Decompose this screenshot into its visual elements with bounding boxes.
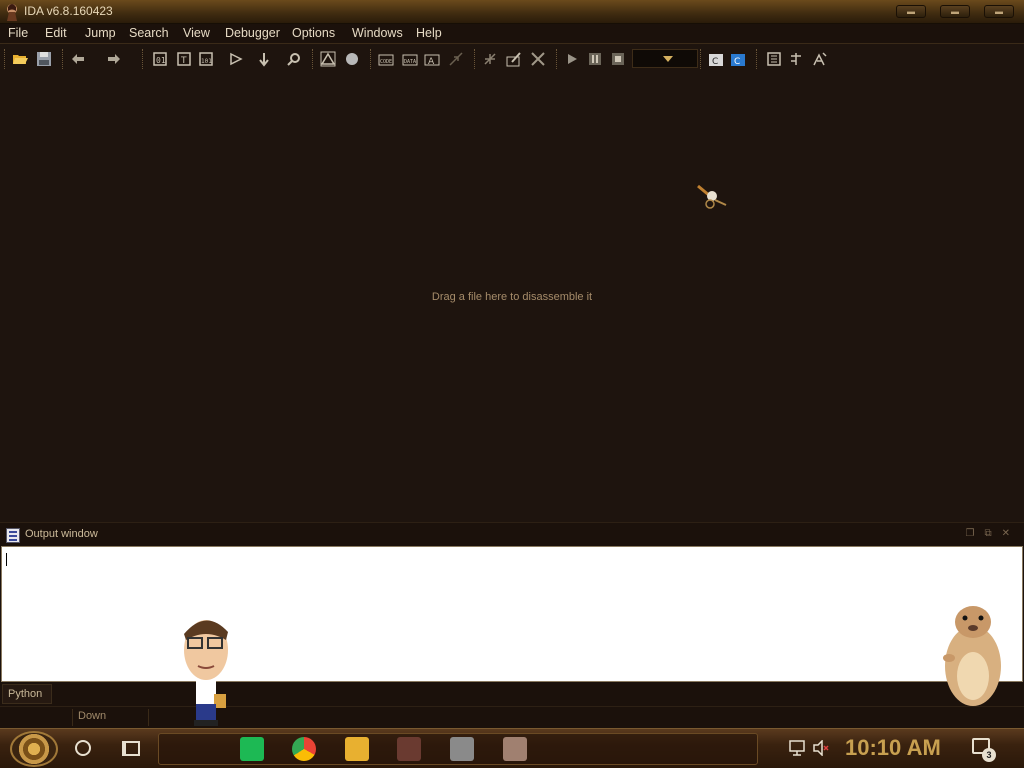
menu-help[interactable]: Help [416, 26, 442, 40]
window-title: IDA v6.8.160423 [24, 4, 113, 18]
menu-file[interactable]: File [8, 26, 28, 40]
cortana-icon[interactable] [75, 740, 91, 756]
output-window-icon [6, 528, 20, 543]
output-window-header: Output window ❐ ⧉ ✕ [0, 522, 1024, 546]
toolbar-separator [756, 49, 757, 69]
output-close-button[interactable]: ✕ [1002, 528, 1010, 539]
maximize-button[interactable]: ▬ [940, 5, 970, 18]
detach-process-icon[interactable]: C [730, 51, 746, 67]
warning-icon[interactable] [320, 51, 336, 67]
ida-app-icon[interactable] [4, 3, 20, 21]
svg-text:DATA: DATA [404, 59, 416, 65]
status-divider [72, 709, 73, 726]
hex-icon[interactable]: 101 [198, 51, 214, 67]
svg-text:T: T [180, 56, 187, 66]
binary-icon[interactable]: 01 [152, 51, 168, 67]
code-icon[interactable]: CODE [378, 51, 394, 67]
toolbar-separator [556, 49, 557, 69]
data-icon[interactable]: DATA [402, 51, 418, 67]
command-line-bar: Python [0, 682, 1024, 706]
toolbar-separator [370, 49, 371, 69]
attach-process-icon[interactable]: C [708, 51, 724, 67]
svg-text:CODE: CODE [380, 59, 392, 65]
minimize-button[interactable]: ▬ [896, 5, 926, 18]
task-view-icon[interactable] [122, 741, 140, 756]
cross-reference-icon[interactable] [228, 51, 244, 67]
string-icon[interactable]: A [424, 51, 440, 67]
menu-windows[interactable]: Windows [352, 26, 403, 40]
toolbar-separator [700, 49, 701, 69]
breakpoint-icon[interactable] [344, 51, 360, 67]
forward-icon[interactable] [106, 51, 122, 67]
toolbar: 01 T 101 CODE DATA A C C [0, 44, 1024, 74]
menu-debugger[interactable]: Debugger [225, 26, 280, 40]
open-icon[interactable] [12, 51, 28, 67]
menu-jump[interactable]: Jump [85, 26, 116, 40]
app-taskbar-icon[interactable] [450, 737, 474, 761]
taskbar-clock[interactable]: 10:10 AM [845, 735, 941, 761]
svg-text:101: 101 [201, 58, 212, 65]
back-icon[interactable] [70, 51, 86, 67]
cli-language-button[interactable]: Python [2, 684, 52, 704]
notification-count: 3 [982, 748, 996, 762]
toolbar-separator [4, 49, 5, 69]
airship-logo [697, 184, 727, 209]
menu-search[interactable]: Search [129, 26, 169, 40]
output-window-text[interactable] [1, 546, 1023, 682]
output-window-title: Output window [25, 528, 98, 540]
debugger-run-icon[interactable] [564, 51, 580, 67]
app-taskbar-icon-2[interactable] [503, 737, 527, 761]
text-caret [6, 553, 7, 566]
volume-muted-icon[interactable] [812, 740, 830, 756]
svg-text:C: C [712, 57, 718, 67]
desktop-character-groundhog [943, 606, 1001, 706]
debugger-select[interactable] [632, 49, 698, 68]
segments-icon[interactable] [766, 51, 782, 67]
network-icon[interactable] [788, 740, 806, 756]
toolbar-separator [62, 49, 63, 69]
svg-text:C: C [734, 57, 740, 67]
status-divider [148, 709, 149, 726]
status-bar: Down [0, 706, 1024, 728]
search-icon[interactable] [286, 51, 302, 67]
menu-bar: File Edit Jump Search View Debugger Opti… [0, 24, 1024, 44]
undefine-icon[interactable] [530, 51, 546, 67]
file-explorer-icon[interactable] [345, 737, 369, 761]
disassembly-area[interactable]: Drag a file here to disassemble it [0, 74, 1024, 522]
edit-icon[interactable] [506, 51, 522, 67]
spotify-icon[interactable] [240, 737, 264, 761]
stop-icon[interactable] [610, 51, 626, 67]
functions-icon[interactable] [788, 51, 804, 67]
structure-icon[interactable] [448, 51, 464, 67]
menu-edit[interactable]: Edit [45, 26, 67, 40]
output-restore-button[interactable]: ⧉ [984, 528, 991, 539]
toolbar-separator [312, 49, 313, 69]
menu-view[interactable]: View [183, 26, 210, 40]
menu-options[interactable]: Options [292, 26, 335, 40]
ida-taskbar-icon[interactable] [397, 737, 421, 761]
toolbar-separator [474, 49, 475, 69]
pause-icon[interactable] [587, 51, 603, 67]
start-button[interactable] [10, 731, 58, 767]
chevron-down-icon [663, 56, 673, 62]
chrome-icon[interactable] [292, 737, 316, 761]
svg-text:A: A [428, 57, 435, 67]
names-icon[interactable] [812, 51, 828, 67]
toolbar-separator [142, 49, 143, 69]
svg-text:01: 01 [156, 56, 166, 65]
close-button[interactable]: ▬ [984, 5, 1014, 18]
jump-down-icon[interactable] [256, 51, 272, 67]
drop-hint: Drag a file here to disassemble it [431, 291, 593, 303]
text-icon[interactable]: T [176, 51, 192, 67]
output-float-button[interactable]: ❐ [966, 528, 975, 539]
status-state: Down [78, 710, 107, 722]
desktop-character-man [184, 620, 228, 726]
save-icon[interactable] [36, 51, 52, 67]
graph-icon[interactable] [482, 51, 498, 67]
title-bar: IDA v6.8.160423 ▬ ▬ ▬ [0, 0, 1024, 24]
